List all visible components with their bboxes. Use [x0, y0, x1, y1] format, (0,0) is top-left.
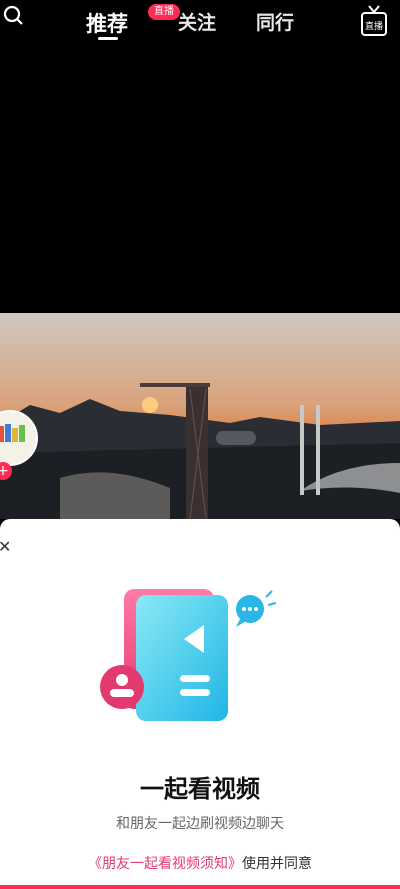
active-tab-indicator: [98, 37, 118, 40]
agreement-text: 《朋友一起看视频须知》使用并同意: [0, 853, 400, 873]
chat-bubble-icon: [236, 590, 277, 627]
users-icon: [100, 665, 144, 709]
live-icon-label: 直播: [365, 20, 383, 32]
tab-recommend[interactable]: 推荐: [86, 8, 128, 38]
tab-following[interactable]: 关注: [178, 8, 216, 35]
sheet-subtitle: 和朋友一起边刷视频边聊天: [116, 816, 284, 832]
sheet-title: 一起看视频: [140, 775, 260, 803]
watch-together-sheet: ✕ 一起看视频 和朋友一起边刷视频边聊天 《朋友一起看视频须知》使用并同意: [0, 519, 400, 889]
start-button-edge[interactable]: [0, 885, 400, 889]
live-badge: 直播: [148, 4, 180, 20]
agreement-prefix: 使用并同意: [242, 856, 312, 872]
close-icon[interactable]: ✕: [0, 537, 11, 556]
top-navigation-bar: 推荐 直播 关注 同行 直播: [0, 0, 400, 48]
watch-together-illustration: [100, 589, 277, 721]
tab-same-city[interactable]: 同行: [256, 8, 294, 35]
search-icon[interactable]: [2, 4, 24, 26]
terms-link[interactable]: 《朋友一起看视频须知》: [88, 856, 242, 872]
video-player[interactable]: [0, 313, 400, 519]
live-icon[interactable]: 直播: [360, 4, 388, 38]
